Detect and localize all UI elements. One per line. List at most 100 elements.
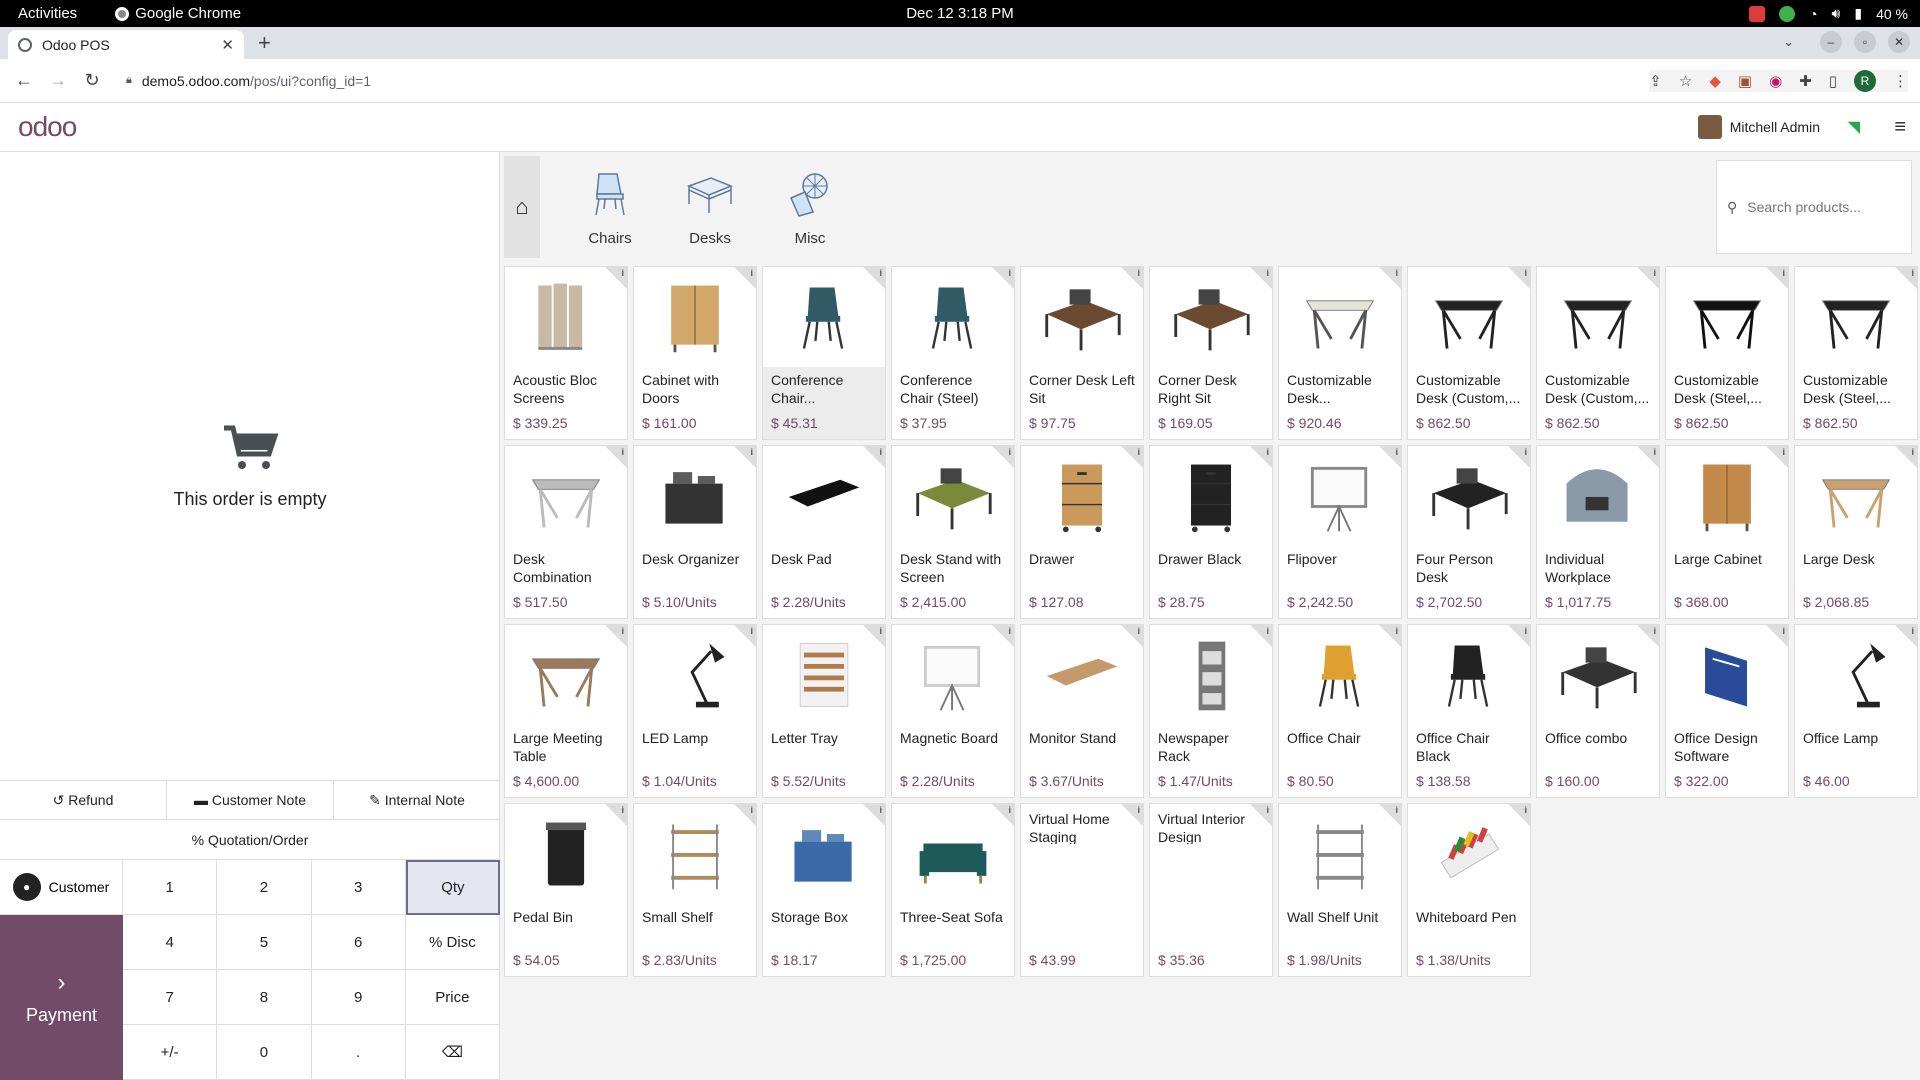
share-icon[interactable]: ⇪ — [1649, 72, 1662, 90]
product-card[interactable]: Customizable Desk... $ 920.46 i — [1278, 266, 1402, 440]
info-icon[interactable]: i — [879, 447, 882, 457]
quotation-order-button[interactable]: % Quotation/Order — [0, 820, 500, 860]
product-card[interactable]: Acoustic Bloc Screens $ 339.25 i — [504, 266, 628, 440]
url-field[interactable]: 🔒︎ demo5.odoo.com/pos/ui?config_id=1 — [126, 73, 371, 89]
forward-icon[interactable]: → — [48, 70, 68, 91]
product-card[interactable]: Wall Shelf Unit $ 1.98/Units i — [1278, 803, 1402, 977]
product-card[interactable]: Individual Workplace $ 1,017.75 i — [1536, 445, 1660, 619]
product-card[interactable]: Desk Combination $ 517.50 i — [504, 445, 628, 619]
product-card[interactable]: Office Lamp $ 46.00 i — [1794, 624, 1918, 798]
info-icon[interactable]: i — [1395, 626, 1398, 636]
info-icon[interactable]: i — [1653, 268, 1656, 278]
info-icon[interactable]: i — [1137, 268, 1140, 278]
info-icon[interactable]: i — [879, 626, 882, 636]
numpad-key[interactable]: 2 — [217, 860, 312, 915]
info-icon[interactable]: i — [1524, 268, 1527, 278]
numpad-key[interactable]: 0 — [217, 1025, 312, 1080]
info-icon[interactable]: i — [1524, 805, 1527, 815]
new-tab-button[interactable]: + — [258, 30, 271, 56]
hamburger-menu-icon[interactable]: ≡ — [1894, 116, 1906, 139]
numpad-key[interactable]: 7 — [123, 970, 218, 1025]
numpad-key[interactable]: 5 — [217, 915, 312, 970]
category-desks[interactable]: Desks — [660, 168, 760, 247]
numpad-key[interactable]: Price — [405, 970, 500, 1025]
info-icon[interactable]: i — [750, 626, 753, 636]
product-card[interactable]: Virtual Interior Design $ 35.36 i — [1149, 803, 1273, 977]
product-card[interactable]: Flipover $ 2,242.50 i — [1278, 445, 1402, 619]
product-card[interactable]: Office Design Software $ 322.00 i — [1665, 624, 1789, 798]
customer-note-button[interactable]: ▬ Customer Note — [167, 781, 334, 819]
product-card[interactable]: Cabinet with Doors $ 161.00 i — [633, 266, 757, 440]
product-card[interactable]: Large Cabinet $ 368.00 i — [1665, 445, 1789, 619]
info-icon[interactable]: i — [1395, 268, 1398, 278]
minimize-icon[interactable]: – — [1820, 31, 1842, 53]
info-icon[interactable]: i — [1266, 805, 1269, 815]
tab-search-icon[interactable]: ⌄ — [1783, 34, 1794, 50]
payment-button[interactable]: › Payment — [0, 915, 123, 1080]
info-icon[interactable]: i — [1524, 626, 1527, 636]
info-icon[interactable]: i — [1782, 268, 1785, 278]
close-window-icon[interactable]: ✕ — [1888, 31, 1910, 53]
product-card[interactable]: Office Chair Black $ 138.58 i — [1407, 624, 1531, 798]
info-icon[interactable]: i — [879, 268, 882, 278]
info-icon[interactable]: i — [750, 268, 753, 278]
product-card[interactable]: Large Desk $ 2,068.85 i — [1794, 445, 1918, 619]
product-card[interactable]: Desk Organizer $ 5.10/Units i — [633, 445, 757, 619]
product-card[interactable]: Four Person Desk $ 2,702.50 i — [1407, 445, 1531, 619]
info-icon[interactable]: i — [1008, 805, 1011, 815]
product-card[interactable]: Office Chair $ 80.50 i — [1278, 624, 1402, 798]
customer-button[interactable]: ● Customer — [0, 860, 123, 915]
info-icon[interactable]: i — [750, 805, 753, 815]
info-icon[interactable]: i — [1782, 447, 1785, 457]
info-icon[interactable]: i — [621, 268, 624, 278]
info-icon[interactable]: i — [1008, 268, 1011, 278]
info-icon[interactable]: i — [1653, 626, 1656, 636]
product-card[interactable]: Conference Chair... $ 45.31 i — [762, 266, 886, 440]
extension-icon[interactable]: ▣ — [1738, 72, 1752, 90]
product-card[interactable]: Pedal Bin $ 54.05 i — [504, 803, 628, 977]
numpad-key[interactable]: % Disc — [405, 915, 500, 970]
product-card[interactable]: Letter Tray $ 5.52/Units i — [762, 624, 886, 798]
info-icon[interactable]: i — [1266, 447, 1269, 457]
product-card[interactable]: Virtual Home Staging $ 43.99 i — [1020, 803, 1144, 977]
product-card[interactable]: Drawer $ 127.08 i — [1020, 445, 1144, 619]
product-card[interactable]: Desk Pad $ 2.28/Units i — [762, 445, 886, 619]
profile-avatar[interactable]: R — [1854, 69, 1876, 92]
numpad-key[interactable]: 3 — [311, 860, 406, 915]
info-icon[interactable]: i — [1395, 805, 1398, 815]
info-icon[interactable]: i — [879, 805, 882, 815]
info-icon[interactable]: i — [1911, 447, 1914, 457]
info-icon[interactable]: i — [750, 447, 753, 457]
info-icon[interactable]: i — [1911, 626, 1914, 636]
product-card[interactable]: Conference Chair (Steel) $ 37.95 i — [891, 266, 1015, 440]
info-icon[interactable]: i — [1395, 447, 1398, 457]
numpad-key[interactable]: Qty — [405, 860, 500, 915]
info-icon[interactable]: i — [1008, 447, 1011, 457]
category-chairs[interactable]: Chairs — [560, 168, 660, 247]
system-tray[interactable]: ◔ 🔊︎ ▮ 40 % — [1749, 5, 1908, 22]
info-icon[interactable]: i — [1782, 626, 1785, 636]
product-card[interactable]: Customizable Desk (Steel,... $ 862.50 i — [1665, 266, 1789, 440]
category-misc[interactable]: Misc — [760, 168, 860, 247]
info-icon[interactable]: i — [1653, 447, 1656, 457]
product-card[interactable]: Customizable Desk (Steel,... $ 862.50 i — [1794, 266, 1918, 440]
info-icon[interactable]: i — [1524, 447, 1527, 457]
user-menu[interactable]: Mitchell Admin — [1697, 115, 1820, 139]
extension-icon[interactable]: ◆ — [1709, 72, 1721, 90]
numpad-key[interactable]: 1 — [123, 860, 218, 915]
numpad-key[interactable]: +/- — [123, 1025, 218, 1080]
info-icon[interactable]: i — [1137, 447, 1140, 457]
info-icon[interactable]: i — [621, 626, 624, 636]
info-icon[interactable]: i — [1137, 805, 1140, 815]
info-icon[interactable]: i — [621, 805, 624, 815]
numpad-key[interactable]: ⌫ — [405, 1025, 500, 1080]
info-icon[interactable]: i — [1266, 268, 1269, 278]
back-icon[interactable]: ← — [14, 70, 34, 91]
puzzle-icon[interactable]: ✚ — [1799, 72, 1812, 90]
numpad-key[interactable]: 9 — [311, 970, 406, 1025]
numpad-key[interactable]: 6 — [311, 915, 406, 970]
bookmark-star-icon[interactable]: ☆ — [1679, 72, 1692, 90]
numpad-key[interactable]: 4 — [123, 915, 218, 970]
product-card[interactable]: Corner Desk Right Sit $ 169.05 i — [1149, 266, 1273, 440]
internal-note-button[interactable]: ✎ Internal Note — [334, 781, 500, 819]
